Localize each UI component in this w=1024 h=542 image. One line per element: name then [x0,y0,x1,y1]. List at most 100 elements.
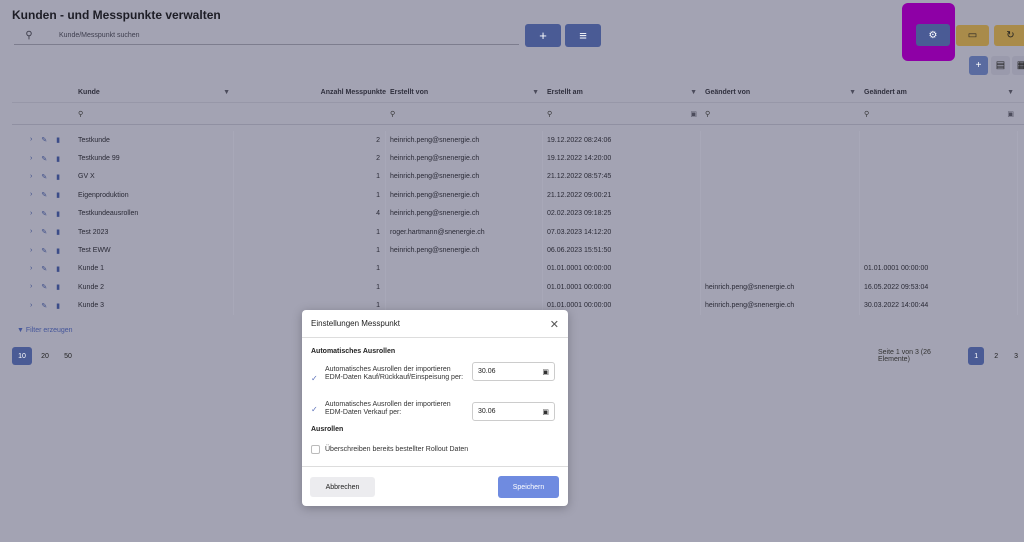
page-size-20[interactable]: 20 [35,347,55,365]
cell-kunde: Testkunde [74,131,234,150]
filter-input-geaendert-von[interactable]: ⚲ [701,103,860,124]
delete-icon[interactable]: ▮ [56,155,60,163]
expand-icon[interactable]: › [30,283,32,291]
history-button[interactable]: ↻ [994,25,1024,46]
export-button[interactable]: ▤ [991,56,1010,75]
dialog-footer: Abbrechen Speichern [302,466,568,506]
settings-button[interactable]: ⚙ [916,24,950,46]
filter-icon[interactable]: ▼ [849,89,856,96]
calendar-icon[interactable]: ▣ [690,110,697,118]
search-bar[interactable]: ⚲ Kunde/Messpunkt suchen [14,26,519,45]
cell-geaendert-von: heinrich.peng@snenergie.ch [701,296,860,315]
cell-erstellt-am: 06.06.2023 15:51:50 [543,241,701,260]
table-row[interactable]: › ✎ ▮ Eigenproduktion 1 heinrich.peng@snenerg… [12,186,1024,205]
header-kunde[interactable]: Kunde ▼ [74,82,234,102]
table-row[interactable]: › ✎ ▮ Testkunde 2 heinrich.peng@snenergie.ch 1… [12,131,1024,150]
table-row[interactable]: › ✎ ▮ Test EWW 1 heinrich.peng@snenergie.ch 06… [12,241,1024,260]
search-icon: ⚲ [25,29,33,41]
edit-icon[interactable]: ✎ [41,210,47,218]
filter-icon[interactable]: ▼ [223,89,230,96]
edit-icon[interactable]: ✎ [41,265,47,273]
edit-icon[interactable]: ✎ [41,155,47,163]
filter-input-erstellt-am[interactable]: ⚲ ▣ [543,103,701,124]
delete-icon[interactable]: ▮ [56,228,60,236]
table-row[interactable]: › ✎ ▮ GV X 1 heinrich.peng@snenergie.ch 21.12.… [12,167,1024,187]
cancel-button[interactable]: Abbrechen [310,477,375,497]
filter-input-geaendert-am[interactable]: ⚲ ▣ [860,103,1018,124]
search-input[interactable]: Kunde/Messpunkt suchen [59,32,140,39]
expand-icon[interactable]: › [30,247,32,255]
page-2-button[interactable]: 2 [988,347,1004,365]
filter-icon[interactable]: ▼ [532,89,539,96]
header-erstellt-am[interactable]: Erstellt am ▼ [543,82,701,102]
expand-icon[interactable]: › [30,136,32,144]
columns-button[interactable]: ▦ [1012,56,1024,75]
filter-icon[interactable]: ▼ [690,89,697,96]
cell-erstellt-von [386,259,543,279]
filter-icon[interactable]: ▼ [1007,89,1014,96]
delete-icon[interactable]: ▮ [56,247,60,255]
page-1-button[interactable]: 1 [968,347,985,365]
filter-input-erstellt-von[interactable]: ⚲ [386,103,543,124]
calendar-icon[interactable]: ▣ [542,368,549,376]
filter-button[interactable]: ≡ [565,24,601,47]
page-size-50[interactable]: 50 [58,347,78,365]
edit-icon[interactable]: ✎ [41,191,47,199]
table-row[interactable]: › ✎ ▮ Test 2023 1 roger.hartmann@snenergie.ch… [12,222,1024,242]
cell-geaendert-am [860,149,1018,168]
option2-date-input[interactable]: 30.06 ▣ [472,402,555,421]
checkbox-option1[interactable]: ✓ [311,374,318,383]
filter-input-kunde[interactable]: ⚲ [74,103,234,124]
expand-icon[interactable]: › [30,228,32,236]
option1-date-input[interactable]: 30.06 ▣ [472,362,555,381]
delete-icon[interactable]: ▮ [56,265,60,273]
header-geaendert-von[interactable]: Geändert von ▼ [701,82,860,102]
add-button[interactable]: + [525,24,561,47]
filter-input-anzahl[interactable] [234,103,386,124]
create-filter-link[interactable]: ▼ Filter erzeugen [17,327,73,334]
book-button[interactable]: ▭ [956,25,989,46]
expand-icon[interactable]: › [30,302,32,310]
search-icon: ⚲ [705,110,711,118]
cell-erstellt-am: 01.01.0001 00:00:00 [543,278,701,297]
delete-icon[interactable]: ▮ [56,210,60,218]
delete-icon[interactable]: ▮ [56,191,60,199]
cell-anzahl: 1 [234,259,386,279]
search-icon: ⚲ [864,110,870,118]
delete-icon[interactable]: ▮ [56,136,60,144]
header-erstellt-von[interactable]: Erstellt von ▼ [386,82,543,102]
header-anzahl[interactable]: Anzahl Messpunkte [234,82,386,102]
page-size-10[interactable]: 10 [12,347,32,365]
edit-icon[interactable]: ✎ [41,228,47,236]
save-button[interactable]: Speichern [498,476,559,498]
delete-icon[interactable]: ▮ [56,302,60,310]
delete-icon[interactable]: ▮ [56,283,60,291]
delete-icon[interactable]: ▮ [56,173,60,181]
close-icon[interactable]: ✕ [550,318,559,331]
edit-icon[interactable]: ✎ [41,302,47,310]
page-3-button[interactable]: 3 [1008,347,1024,365]
checkbox-option3[interactable] [311,445,320,454]
edit-icon[interactable]: ✎ [41,136,47,144]
header-geaendert-am[interactable]: Geändert am ▼ [860,82,1018,102]
expand-icon[interactable]: › [30,191,32,199]
table-row[interactable]: › ✎ ▮ Testkunde 99 2 heinrich.peng@snenergie.… [12,149,1024,168]
calendar-icon[interactable]: ▣ [542,408,549,416]
expand-icon[interactable]: › [30,173,32,181]
expand-icon[interactable]: › [30,265,32,273]
edit-icon[interactable]: ✎ [41,173,47,181]
edit-icon[interactable]: ✎ [41,247,47,255]
calendar-icon[interactable]: ▣ [1007,110,1014,118]
cell-erstellt-von: heinrich.peng@snenergie.ch [386,167,543,187]
expand-icon[interactable]: › [30,210,32,218]
gear-icon: ⚙ [928,29,938,41]
edit-icon[interactable]: ✎ [41,283,47,291]
checkbox-option2[interactable]: ✓ [311,405,318,414]
table-row[interactable]: › ✎ ▮ Kunde 1 1 01.01.0001 00:00:00 01.01.0001… [12,259,1024,279]
table-row[interactable]: › ✎ ▮ Testkundeausrollen 4 heinrich.peng@snen… [12,204,1024,223]
cell-geaendert-von [701,131,860,150]
expand-icon[interactable]: › [30,155,32,163]
table-row[interactable]: › ✎ ▮ Kunde 2 1 01.01.0001 00:00:00 heinrich.p… [12,278,1024,297]
grid-add-button[interactable]: + [969,56,988,75]
history-icon: ↻ [1006,30,1015,41]
